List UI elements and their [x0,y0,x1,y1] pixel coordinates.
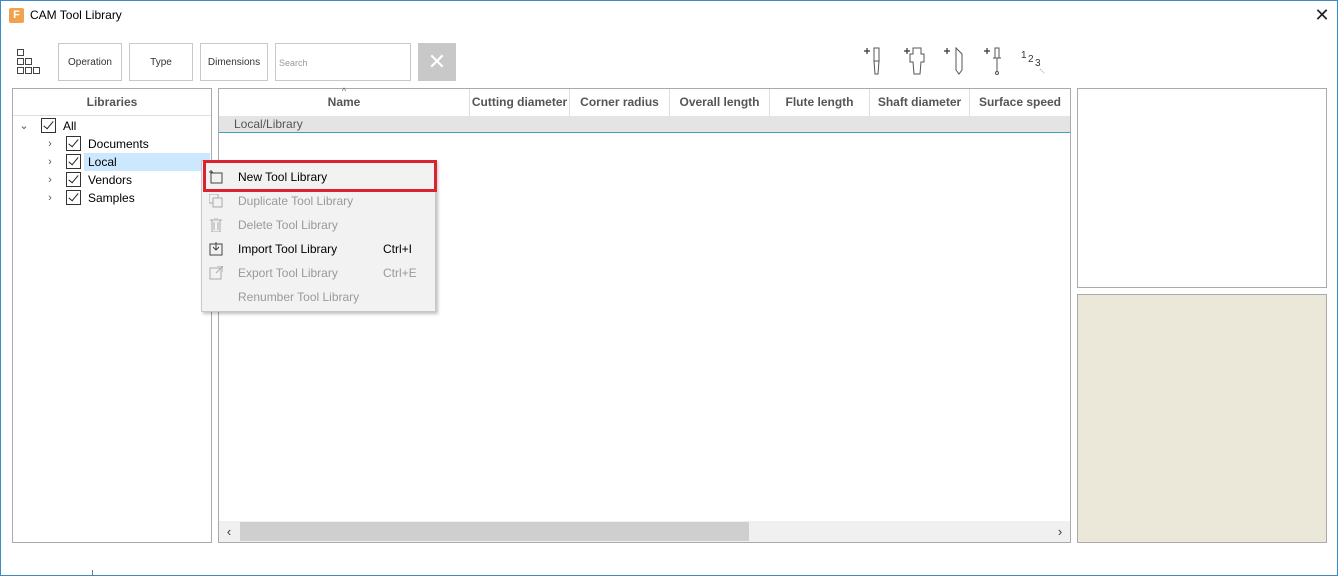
tree-item-label: All [63,119,77,133]
group-row[interactable]: Local/Library [219,116,1070,133]
close-window-button[interactable]: ✕ [1311,4,1333,26]
tool-preview-panel [1077,88,1327,288]
chevron-right-icon[interactable]: › [43,171,57,189]
scroll-left-icon[interactable]: ‹ [221,521,237,542]
tool-table [218,88,1071,543]
clear-search-button[interactable]: ✕ [418,43,456,81]
add-probe-icon[interactable] [982,44,1008,78]
tree-item-vendors[interactable]: › Vendors [14,171,210,189]
libraries-header: Libraries [13,89,211,116]
scrollbar-thumb[interactable] [240,522,749,541]
svg-text:3: 3 [1035,58,1041,69]
renumber-icon[interactable]: 1 2 3 [1020,44,1046,78]
window-title: CAM Tool Library [30,8,122,22]
menu-shortcut: Ctrl+I [383,242,413,256]
column-header-cutting-diameter[interactable]: Cutting diameter [470,89,570,116]
app-logo-icon: F [9,8,24,23]
menu-item-export-tool-library[interactable]: Export Tool Library Ctrl+E [202,261,435,285]
dimensions-filter-button[interactable]: Dimensions [200,43,268,81]
menu-item-label: Renumber Tool Library [238,290,360,304]
menu-item-label: Delete Tool Library [238,218,338,232]
sort-ascending-icon: ^ [341,86,347,96]
operation-filter-button[interactable]: Operation [58,43,122,81]
chevron-right-icon[interactable]: › [43,189,57,207]
menu-item-import-tool-library[interactable]: Import Tool Library Ctrl+I [202,237,435,261]
tool-3d-view-panel [1077,294,1327,543]
menu-item-delete-tool-library[interactable]: Delete Tool Library [202,213,435,237]
chevron-down-icon[interactable]: ⌄ [17,117,31,135]
tree-item-label: Local [88,155,117,169]
checkbox-local[interactable] [66,154,81,169]
duplicate-icon [209,194,223,208]
menu-item-renumber-tool-library[interactable]: Renumber Tool Library [202,285,435,309]
menu-shortcut: Ctrl+E [383,266,417,280]
menu-item-new-tool-library[interactable]: New Tool Library [202,165,435,189]
menu-item-label: Import Tool Library [238,242,338,256]
type-filter-button[interactable]: Type [129,43,193,81]
scroll-right-icon[interactable]: › [1052,521,1068,542]
svg-text:2: 2 [1028,54,1034,65]
tree-item-local[interactable]: › Local [14,153,210,171]
trash-icon [210,218,222,232]
import-icon [209,242,223,256]
checkbox-vendors[interactable] [66,172,81,187]
checkbox-documents[interactable] [66,136,81,151]
tree-item-documents[interactable]: › Documents [14,135,210,153]
column-header-flute-length[interactable]: Flute length [770,89,870,116]
new-library-icon [209,170,223,184]
export-icon [209,266,223,280]
tree-item-label: Documents [88,137,149,151]
tree-item-samples[interactable]: › Samples [14,189,210,207]
column-header-surface-speed[interactable]: Surface speed [970,89,1070,116]
chevron-right-icon[interactable]: › [43,135,57,153]
column-header-overall-length[interactable]: Overall length [670,89,770,116]
checkbox-all[interactable] [41,118,56,133]
menu-item-duplicate-tool-library[interactable]: Duplicate Tool Library [202,189,435,213]
view-mode-grid-icon[interactable] [17,49,45,75]
add-endmill-icon[interactable] [862,44,888,78]
menu-item-label: Export Tool Library [238,266,338,280]
search-input[interactable]: Search [275,43,411,81]
tree-item-all[interactable]: ⌄ All [14,117,210,135]
column-header-corner-radius[interactable]: Corner radius [570,89,670,116]
add-holder-icon[interactable] [902,44,928,78]
tree-item-label: Vendors [88,173,133,187]
status-divider [92,570,93,576]
column-header-shaft-diameter[interactable]: Shaft diameter [870,89,970,116]
menu-item-label: New Tool Library [238,170,328,184]
tree-item-label: Samples [88,191,135,205]
svg-text:1: 1 [1021,50,1027,61]
checkbox-samples[interactable] [66,190,81,205]
menu-item-label: Duplicate Tool Library [238,194,354,208]
chevron-right-icon[interactable]: › [43,153,57,171]
add-engrave-tool-icon[interactable] [942,44,968,78]
